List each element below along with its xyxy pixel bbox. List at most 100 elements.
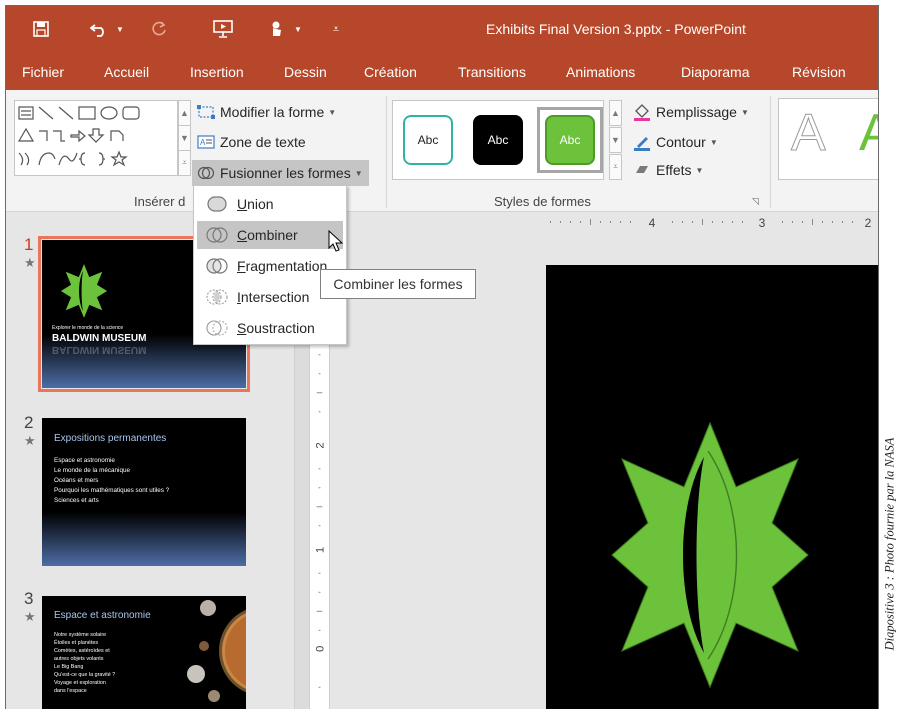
merge-shapes-label: Fusionner les formes bbox=[220, 165, 351, 181]
tab-accueil[interactable]: Accueil bbox=[104, 64, 149, 80]
menu-item-combine[interactable]: Combiner bbox=[197, 221, 343, 249]
main-slide[interactable] bbox=[546, 265, 878, 709]
merge-shapes-icon bbox=[196, 163, 216, 183]
modify-shape-button[interactable]: Modifier la forme ▼ bbox=[196, 102, 336, 122]
slide-thumbnail-2[interactable]: Expositions permanentes Espace et astron… bbox=[42, 418, 246, 566]
slide-bullet: Pourquoi les mathématiques sont utiles ? bbox=[54, 487, 170, 494]
figure-caption: Diapositive 3 : Photo fournie par la NAS… bbox=[882, 388, 898, 700]
outline-label: Contour bbox=[656, 134, 706, 150]
powerpoint-window: ▼ ▼ ⩡ Exhibits Final Version 3.pptx - Po… bbox=[5, 5, 879, 709]
slide-bullet: Étoiles et planètes bbox=[54, 640, 99, 646]
horizontal-ruler: 4 3 2 bbox=[332, 213, 878, 233]
effects-label: Effets bbox=[656, 162, 692, 178]
slide-bullet: autres objets volants bbox=[54, 656, 104, 662]
ribbon: ▲ ▼ ⩡ Modifier la forme ▼ A Zone de text… bbox=[6, 90, 878, 212]
touch-dropdown-icon[interactable]: ▼ bbox=[292, 16, 304, 42]
slide-bullet: Le monde de la mécanique bbox=[54, 467, 130, 474]
text-box-icon: A bbox=[196, 132, 216, 152]
menu-item-label: Fragmentation bbox=[237, 258, 328, 274]
menu-item-label: Union bbox=[237, 196, 274, 212]
chevron-down-icon: ▼ bbox=[695, 165, 704, 175]
merge-shapes-button[interactable]: Fusionner les formes ▼ bbox=[192, 160, 369, 186]
window-title: Exhibits Final Version 3.pptx - PowerPoi… bbox=[486, 21, 746, 37]
ruler-label: 3 bbox=[759, 216, 766, 230]
wordart-sample-outline[interactable]: A bbox=[791, 103, 827, 163]
customize-qat-icon[interactable]: ⩡ bbox=[328, 16, 344, 42]
tab-fichier[interactable]: Fichier bbox=[22, 64, 64, 80]
shapes-scroll-down[interactable]: ▼ bbox=[178, 125, 191, 151]
union-icon bbox=[197, 195, 237, 213]
shape-styles-gallery[interactable]: Abc Abc Abc bbox=[392, 100, 604, 180]
slide-number: 1 bbox=[24, 235, 34, 254]
group-separator bbox=[386, 96, 387, 208]
tab-dessin[interactable]: Dessin bbox=[284, 64, 327, 80]
styles-more[interactable]: ⩡ bbox=[609, 154, 622, 180]
slideshow-icon[interactable] bbox=[210, 16, 236, 42]
slide-bullet: Voyage et exploration bbox=[54, 680, 106, 686]
slide-bullet: Qu'est-ce que la gravité ? bbox=[54, 672, 116, 678]
ribbon-tabs: Fichier Accueil Insertion Dessin Créatio… bbox=[6, 54, 878, 90]
wordart-sample-green[interactable]: A bbox=[859, 103, 878, 163]
slide-number: 2 bbox=[24, 413, 34, 432]
undo-dropdown-icon[interactable]: ▼ bbox=[114, 16, 126, 42]
transition-star-icon: ★ bbox=[24, 255, 36, 270]
style-sample-dark[interactable]: Abc bbox=[473, 115, 523, 165]
save-icon[interactable] bbox=[28, 16, 54, 42]
caption-text: Diapositive 3 : Photo fournie par la NAS… bbox=[882, 437, 897, 651]
transition-star-icon: ★ bbox=[24, 609, 36, 624]
undo-icon[interactable] bbox=[86, 16, 112, 42]
fragment-icon bbox=[197, 257, 237, 275]
insert-shapes-group-label: Insérer d bbox=[134, 194, 186, 209]
tab-diaporama[interactable]: Diaporama bbox=[681, 64, 749, 80]
slide-number: 3 bbox=[24, 589, 34, 608]
tab-animations[interactable]: Animations bbox=[566, 64, 635, 80]
mouse-cursor-icon bbox=[328, 230, 344, 252]
tab-insertion[interactable]: Insertion bbox=[190, 64, 244, 80]
fill-button[interactable]: Remplissage ▼ bbox=[632, 102, 749, 122]
outline-button[interactable]: Contour ▼ bbox=[632, 132, 718, 152]
styles-scroll-down[interactable]: ▼ bbox=[609, 127, 622, 153]
style-sample-outline[interactable]: Abc bbox=[403, 115, 453, 165]
touch-mode-icon[interactable] bbox=[264, 16, 290, 42]
fill-label: Remplissage bbox=[656, 104, 737, 120]
logo-shape-thumb bbox=[60, 264, 108, 318]
ruler-label: 1 bbox=[314, 547, 326, 553]
text-box-label: Zone de texte bbox=[220, 134, 306, 150]
shapes-more[interactable]: ⩡ bbox=[178, 150, 191, 176]
slide-bullet: Comètes, astéroïdes et bbox=[54, 648, 110, 654]
slide-title: BALDWIN MUSEUM bbox=[52, 333, 147, 344]
slide-edit-area bbox=[330, 233, 878, 709]
shapes-gallery[interactable] bbox=[14, 100, 178, 176]
tab-creation[interactable]: Création bbox=[364, 64, 417, 80]
menu-item-label: Combiner bbox=[237, 227, 298, 243]
transition-star-icon: ★ bbox=[24, 433, 36, 448]
styles-scroll-up[interactable]: ▲ bbox=[609, 100, 622, 126]
tab-transitions[interactable]: Transitions bbox=[458, 64, 526, 80]
slide-title-reflection: BALDWIN MUSEUM bbox=[52, 344, 147, 355]
dialog-launcher-icon[interactable]: ◹ bbox=[752, 196, 759, 207]
slide-thumbnail-3[interactable]: Espace et astronomie Notre système solai… bbox=[42, 596, 246, 709]
shapes-scroll-up[interactable]: ▲ bbox=[178, 100, 191, 126]
slide-bullet: Le Big Bang bbox=[54, 664, 84, 670]
pen-icon bbox=[632, 132, 652, 152]
slide-bullet: Océans et mers bbox=[54, 477, 99, 484]
slide-title: Espace et astronomie bbox=[54, 610, 151, 621]
slide-title: Expositions permanentes bbox=[54, 433, 167, 444]
menu-item-subtract[interactable]: Soustraction bbox=[197, 314, 343, 342]
wordart-gallery[interactable]: A A bbox=[778, 98, 878, 180]
menu-item-union[interactable]: Union bbox=[197, 190, 343, 218]
text-box-button[interactable]: A Zone de texte bbox=[196, 132, 306, 152]
menu-item-label: Intersection bbox=[237, 289, 310, 305]
tab-revision[interactable]: Révision bbox=[792, 64, 846, 80]
effects-icon bbox=[632, 160, 652, 180]
effects-button[interactable]: Effets ▼ bbox=[632, 160, 703, 180]
style-sample-green[interactable]: Abc bbox=[545, 115, 595, 165]
chevron-down-icon: ▼ bbox=[740, 107, 749, 117]
merged-logo-shape[interactable] bbox=[610, 415, 810, 695]
group-separator bbox=[770, 96, 771, 208]
slide-subtitle: Explorer le monde de la science bbox=[52, 325, 124, 331]
slide-bullet: Notre système solaire bbox=[54, 632, 107, 638]
slide-gradient bbox=[42, 512, 246, 566]
redo-icon[interactable] bbox=[146, 16, 172, 42]
paint-bucket-icon bbox=[632, 102, 652, 122]
